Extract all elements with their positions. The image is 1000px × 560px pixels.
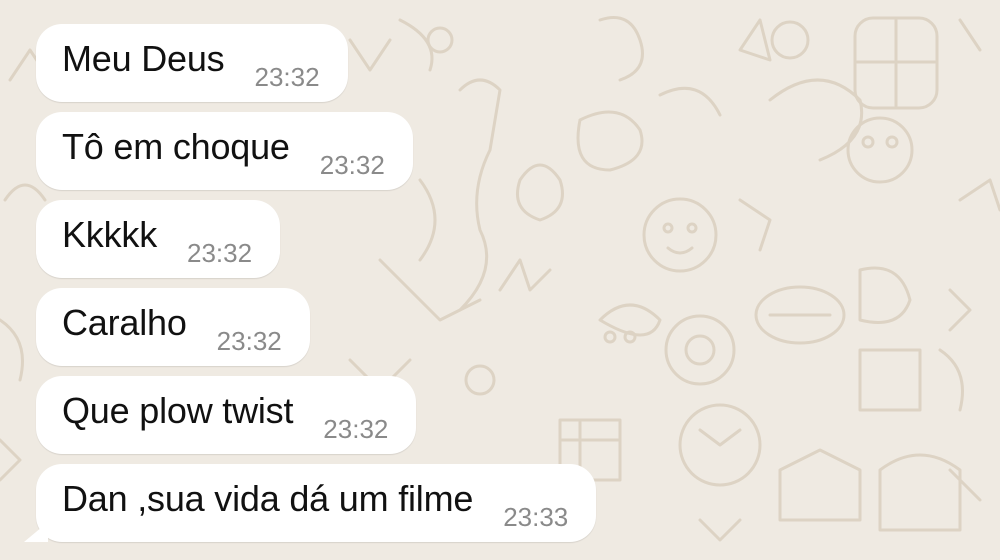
message-bubble[interactable]: Que plow twist 23:32 (36, 376, 417, 454)
message-bubble[interactable]: Kkkkk 23:32 (36, 200, 281, 278)
message-text: Dan ,sua vida dá um filme (62, 478, 474, 519)
message-bubble[interactable]: Caralho 23:32 (36, 288, 310, 366)
message-bubble[interactable]: Dan ,sua vida dá um filme 23:33 (36, 464, 597, 542)
message-text: Tô em choque (62, 126, 290, 167)
message-time: 23:32 (319, 149, 385, 180)
message-text: Que plow twist (62, 390, 294, 431)
message-text: Meu Deus (62, 38, 225, 79)
message-text: Kkkkk (62, 214, 158, 255)
message-bubble[interactable]: Meu Deus 23:32 (36, 24, 348, 102)
message-time: 23:32 (254, 61, 320, 92)
message-time: 23:33 (503, 501, 569, 532)
message-time: 23:32 (323, 413, 389, 444)
message-text: Caralho (62, 302, 187, 343)
message-list: Meu Deus 23:32 Tô em choque 23:32 Kkkkk … (36, 24, 736, 552)
message-time: 23:32 (216, 325, 282, 356)
message-time: 23:32 (187, 237, 253, 268)
message-bubble[interactable]: Tô em choque 23:32 (36, 112, 413, 190)
